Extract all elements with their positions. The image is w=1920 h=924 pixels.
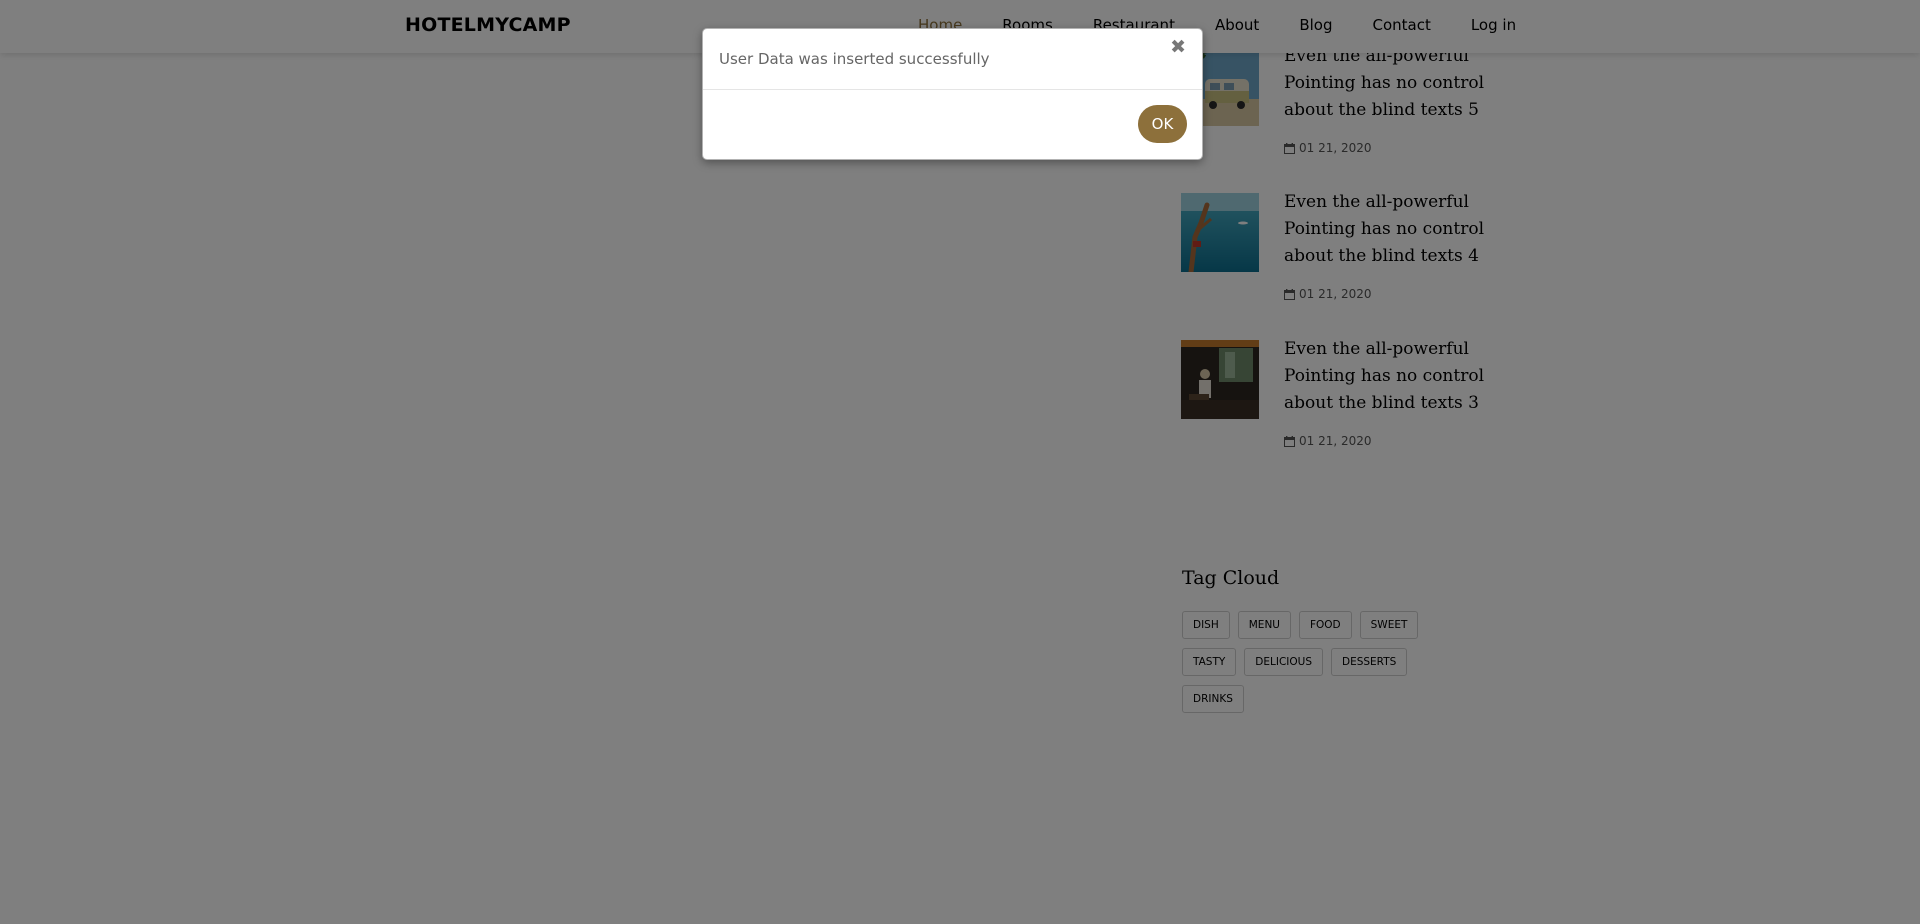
ok-button[interactable]: OK: [1138, 105, 1187, 143]
modal-header: User Data was inserted successfully ✖: [703, 29, 1202, 90]
page: HOTELMYCAMP Home Rooms Restaurant About …: [0, 0, 1920, 924]
alert-modal: User Data was inserted successfully ✖ OK: [702, 28, 1203, 160]
close-icon[interactable]: ✖: [1170, 36, 1186, 58]
modal-message: User Data was inserted successfully: [719, 50, 990, 68]
